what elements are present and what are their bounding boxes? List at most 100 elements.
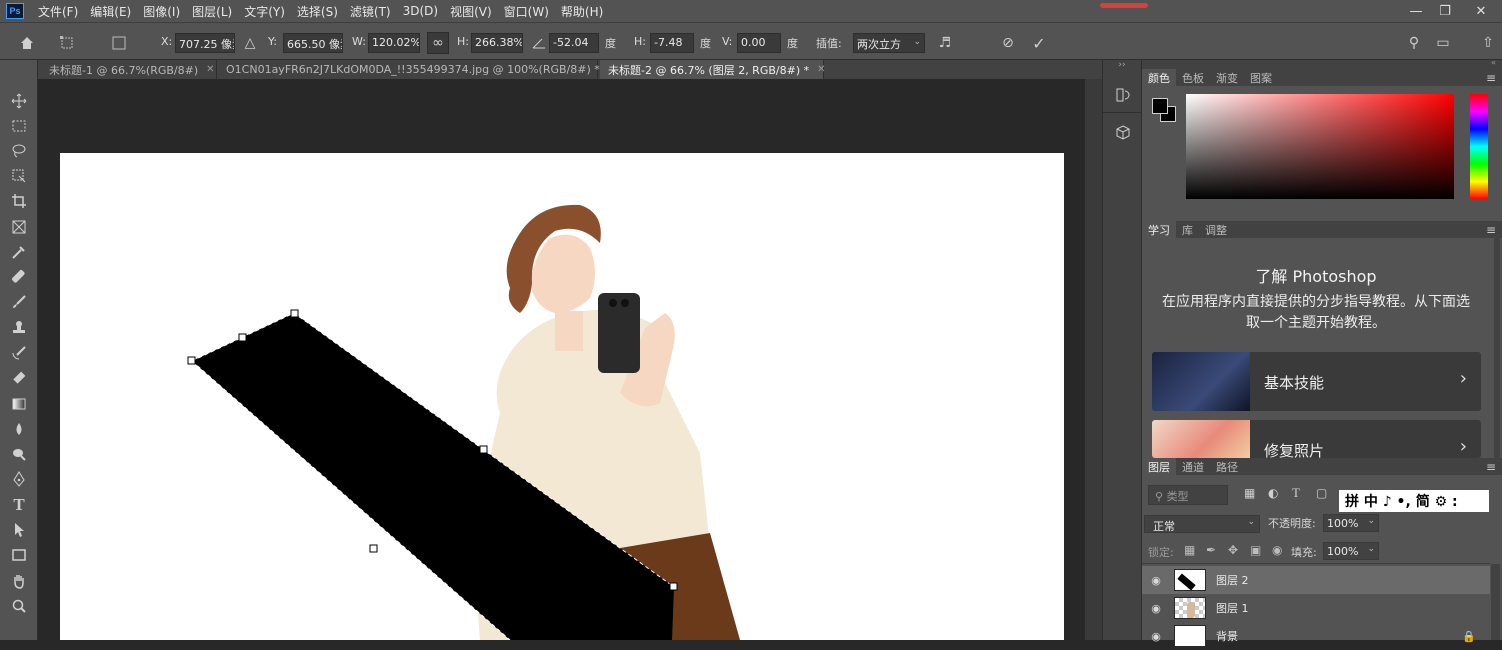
- warp-icon[interactable]: ♬: [934, 32, 956, 54]
- menu-type[interactable]: 文字(Y): [238, 3, 291, 20]
- link-icon[interactable]: ∞: [427, 32, 449, 54]
- object-select-tool-icon[interactable]: [6, 165, 32, 187]
- lock-transparent-icon[interactable]: ▦: [1184, 543, 1195, 557]
- menu-layer[interactable]: 图层(L): [186, 3, 238, 20]
- history-brush-tool-icon[interactable]: [6, 342, 32, 364]
- lock-artboard-icon[interactable]: ▣: [1250, 543, 1261, 557]
- fill-input[interactable]: 100% ⌄: [1323, 542, 1379, 560]
- vskew-input[interactable]: 0.00: [737, 33, 781, 53]
- collapse-icon[interactable]: ››: [1103, 60, 1141, 70]
- zoom-tool-icon[interactable]: [6, 595, 32, 617]
- tab-layers[interactable]: 图层: [1142, 458, 1176, 475]
- doc-tab-1[interactable]: 未标题-1 @ 66.7%(RGB/8#) ✕: [41, 60, 217, 79]
- clone-stamp-tool-icon[interactable]: [6, 317, 32, 339]
- angle-input[interactable]: -52.04: [549, 33, 599, 53]
- learn-card-fix-photo[interactable]: 修复照片 ›: [1152, 420, 1481, 458]
- tab-patterns[interactable]: 图案: [1244, 69, 1278, 86]
- blend-mode-select[interactable]: 正常 ⌄: [1144, 515, 1260, 533]
- shape-filter-icon[interactable]: ▢: [1316, 486, 1327, 500]
- workspace-icon[interactable]: ▭: [1432, 32, 1454, 54]
- reference-point-checkbox[interactable]: [108, 32, 130, 54]
- commit-transform-icon[interactable]: ✓: [1028, 32, 1050, 54]
- tab-learn[interactable]: 学习: [1142, 221, 1176, 238]
- doc-tab-2[interactable]: O1CN01ayFR6n2J7LKdOM0DA_!!355499374.jpg …: [218, 60, 616, 79]
- lock-position-icon[interactable]: ✥: [1228, 543, 1238, 557]
- interpolation-select[interactable]: 两次立方 ⌄: [853, 33, 925, 53]
- hskew-input[interactable]: -7.48: [650, 33, 694, 53]
- menu-view[interactable]: 视图(V): [444, 3, 498, 20]
- type-tool-icon[interactable]: T: [6, 494, 32, 516]
- x-input[interactable]: 707.25 像素: [175, 33, 235, 53]
- 3d-panel-icon[interactable]: [1112, 122, 1134, 144]
- dodge-tool-icon[interactable]: [6, 443, 32, 465]
- cancel-transform-icon[interactable]: ⊘: [997, 32, 1019, 54]
- lock-all-icon[interactable]: ◉: [1272, 543, 1282, 557]
- panel-menu-icon[interactable]: ≡: [1486, 223, 1496, 237]
- blur-tool-icon[interactable]: [6, 418, 32, 440]
- move-tool-icon[interactable]: [6, 90, 32, 112]
- path-selection-tool-icon[interactable]: [6, 519, 32, 541]
- gradient-tool-icon[interactable]: [6, 393, 32, 415]
- collapse-panels-icon[interactable]: «: [1491, 58, 1496, 67]
- eraser-tool-icon[interactable]: [6, 367, 32, 389]
- marquee-tool-icon[interactable]: [6, 115, 32, 137]
- menu-image[interactable]: 图像(I): [137, 3, 186, 20]
- foreground-color-swatch[interactable]: [1152, 98, 1168, 114]
- eye-icon[interactable]: ◉: [1142, 574, 1170, 587]
- minimize-icon[interactable]: —: [1401, 0, 1431, 22]
- layers-scrollbar[interactable]: [1491, 564, 1500, 640]
- hand-tool-icon[interactable]: [6, 570, 32, 592]
- layer-row-layer-1[interactable]: ◉ 图层 1: [1142, 594, 1490, 622]
- lock-image-icon[interactable]: ✒: [1206, 543, 1216, 557]
- learn-scrollbar[interactable]: [1494, 238, 1500, 458]
- restore-icon[interactable]: ❐: [1430, 0, 1460, 22]
- tab-channels[interactable]: 通道: [1176, 458, 1210, 475]
- document-canvas[interactable]: [60, 153, 1064, 640]
- doc-tab-3[interactable]: 未标题-2 @ 66.7% (图层 2, RGB/8#) * ✕: [600, 60, 826, 79]
- ime-toolbar[interactable]: 拼 中 ♪ •, 简 ⚙ :: [1339, 490, 1489, 512]
- share-icon[interactable]: ⇧: [1477, 32, 1499, 54]
- learn-card-basic-skills[interactable]: 基本技能 ›: [1152, 352, 1481, 411]
- tab-swatches[interactable]: 色板: [1176, 69, 1210, 86]
- vertical-scrollbar[interactable]: [1085, 79, 1102, 640]
- menu-3d[interactable]: 3D(D): [397, 4, 444, 18]
- history-panel-icon[interactable]: [1112, 84, 1134, 106]
- tab-paths[interactable]: 路径: [1210, 458, 1244, 475]
- pen-tool-icon[interactable]: [6, 468, 32, 490]
- opacity-input[interactable]: 100% ⌄: [1323, 514, 1379, 532]
- transform-tool-icon[interactable]: [56, 32, 78, 54]
- tab-adjustments[interactable]: 调整: [1199, 221, 1233, 238]
- home-icon[interactable]: [16, 32, 38, 54]
- tab-gradients[interactable]: 渐变: [1210, 69, 1244, 86]
- healing-brush-tool-icon[interactable]: [6, 266, 32, 288]
- close-icon[interactable]: ✕: [1466, 0, 1496, 22]
- eyedropper-tool-icon[interactable]: [6, 241, 32, 263]
- close-tab-icon[interactable]: ✕: [817, 64, 825, 75]
- y-input[interactable]: 665.50 像素: [283, 33, 343, 53]
- panel-menu-icon[interactable]: ≡: [1486, 460, 1496, 474]
- hue-slider[interactable]: [1470, 94, 1488, 199]
- menu-file[interactable]: 文件(F): [32, 3, 84, 20]
- menu-filter[interactable]: 滤镜(T): [344, 3, 397, 20]
- search-icon[interactable]: ⚲: [1403, 32, 1425, 54]
- adjustment-filter-icon[interactable]: ◐: [1268, 486, 1278, 500]
- eye-icon[interactable]: ◉: [1142, 602, 1170, 615]
- lasso-tool-icon[interactable]: [6, 140, 32, 162]
- menu-edit[interactable]: 编辑(E): [84, 3, 137, 20]
- rectangle-tool-icon[interactable]: [6, 544, 32, 566]
- crop-tool-icon[interactable]: [6, 190, 32, 212]
- color-picker-field[interactable]: [1186, 94, 1454, 199]
- tab-color[interactable]: 颜色: [1142, 69, 1176, 86]
- panel-menu-icon[interactable]: ≡: [1486, 71, 1496, 85]
- close-tab-icon[interactable]: ✕: [206, 64, 214, 75]
- layer-filter-select[interactable]: ⚲ 类型: [1148, 485, 1228, 505]
- menu-window[interactable]: 窗口(W): [498, 3, 555, 20]
- tab-libraries[interactable]: 库: [1176, 221, 1199, 238]
- image-filter-icon[interactable]: ▦: [1244, 486, 1255, 500]
- layer-row-layer-2[interactable]: ◉ 图层 2: [1142, 566, 1490, 594]
- frame-tool-icon[interactable]: [6, 216, 32, 238]
- type-filter-icon[interactable]: T: [1292, 485, 1300, 501]
- menu-help[interactable]: 帮助(H): [555, 3, 609, 20]
- canvas-area[interactable]: [39, 79, 1102, 640]
- w-input[interactable]: 120.02%: [368, 33, 420, 53]
